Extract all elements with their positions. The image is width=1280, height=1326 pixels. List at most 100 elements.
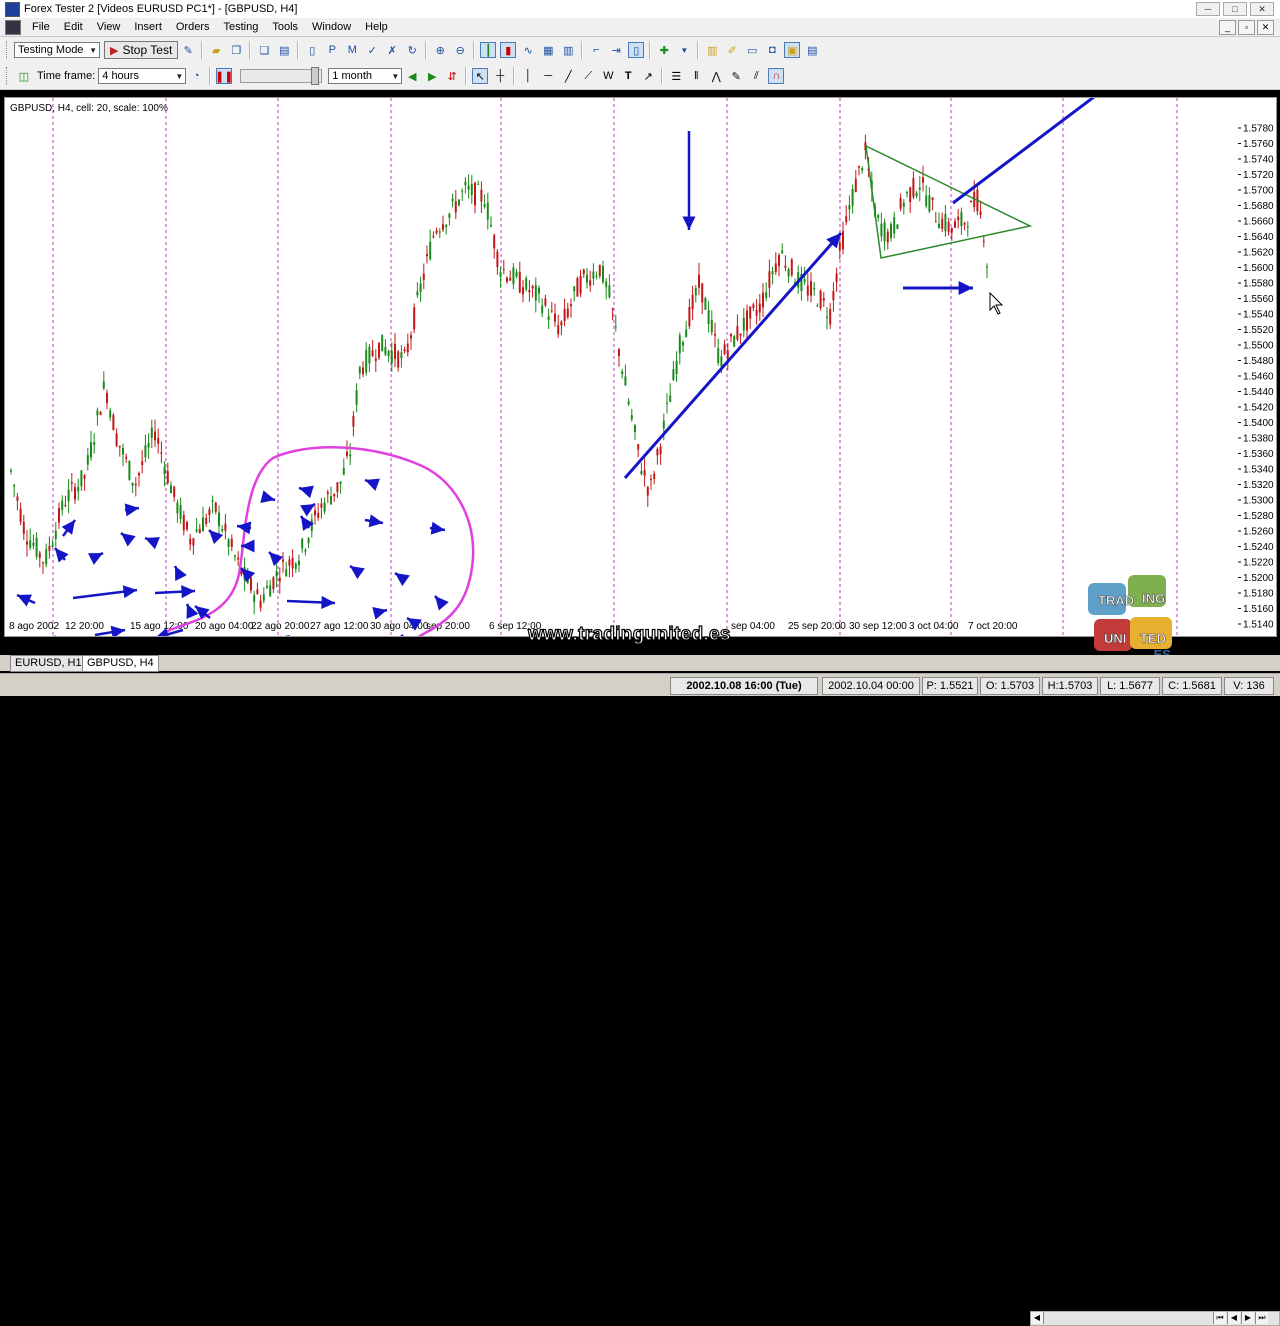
menu-help[interactable]: Help <box>358 21 395 33</box>
crosshair-icon[interactable]: ┼ <box>492 68 508 84</box>
price-chart[interactable]: GBPUSD, H4, cell: 20, scale: 100% 8 ago … <box>5 98 1239 636</box>
arrow-icon[interactable]: ↗ <box>640 68 656 84</box>
notes-icon[interactable]: ▭ <box>744 42 760 58</box>
menu-orders[interactable]: Orders <box>169 21 217 33</box>
tab-eurusd-h1[interactable]: EURUSD, H1 <box>10 655 87 672</box>
candle-body <box>675 360 678 375</box>
horizontal-scrollbar[interactable]: ◀ ⏮ ◀ ▶ ⏭ <box>1030 1311 1280 1326</box>
app-icon <box>5 1 20 17</box>
menu-insert[interactable]: Insert <box>127 21 169 33</box>
pencil-icon[interactable]: ✎ <box>728 68 744 84</box>
delete-icon[interactable]: ✗ <box>384 42 400 58</box>
copy-icon[interactable]: ❐ <box>228 42 244 58</box>
chart-area[interactable]: GBPUSD, H4, cell: 20, scale: 100% 8 ago … <box>4 97 1240 637</box>
period-select[interactable]: 1 month ▼ <box>328 68 403 84</box>
grid-icon[interactable]: ▦ <box>540 42 556 58</box>
candle-body <box>701 283 704 303</box>
refresh-icon[interactable]: ↻ <box>404 42 420 58</box>
candle-body <box>291 557 294 569</box>
mdi-close-button[interactable]: ✕ <box>1257 20 1274 35</box>
candle-body <box>442 224 444 230</box>
menu-view[interactable]: View <box>90 21 128 33</box>
mdi-restore-button[interactable]: ▫ <box>1238 20 1255 35</box>
bar-chart-icon[interactable]: ┃ <box>480 42 497 58</box>
vertical-line-icon[interactable]: │ <box>520 68 536 84</box>
zoom-out-icon[interactable]: ⊖ <box>452 42 468 58</box>
price-axis[interactable]: 1.5780 1.5760 1.5740 1.5720 1.5700 1.5680 1.56… <box>1238 97 1277 637</box>
candle-body <box>342 468 345 475</box>
candle-body <box>883 222 886 242</box>
candle-body <box>899 197 902 209</box>
stop-test-button[interactable]: ▶ Stop Test <box>104 41 179 59</box>
save-icon[interactable]: ▤ <box>276 42 292 58</box>
ray-icon[interactable]: ⟋ <box>580 68 596 84</box>
templates-icon[interactable]: ▥ <box>704 42 720 58</box>
candle-body <box>762 292 764 308</box>
candle-body <box>374 358 377 362</box>
trend-line-icon[interactable]: ╱ <box>560 68 576 84</box>
timeframe-select[interactable]: 4 hours ▼ <box>98 68 187 84</box>
channel-icon[interactable]: ⫽ <box>748 68 764 84</box>
camera-icon[interactable]: ◘ <box>764 42 780 58</box>
period-separator-icon[interactable]: ▯ <box>628 42 645 58</box>
new-document-icon[interactable]: ▯ <box>304 42 320 58</box>
scroll-left-icon[interactable]: ◀ <box>1031 1312 1044 1324</box>
candle-chart-icon[interactable]: ▮ <box>500 42 517 58</box>
chart-window-icon[interactable]: ◫ <box>16 68 32 84</box>
menu-file[interactable]: File <box>25 21 57 33</box>
scroll-next-icon[interactable]: ▶ <box>1241 1312 1254 1324</box>
horizontal-line-icon[interactable]: ─ <box>540 68 556 84</box>
tab-gbpusd-h4[interactable]: GBPUSD, H4 <box>82 655 159 672</box>
chart-shift-icon[interactable]: ⌐ <box>588 42 604 58</box>
person-icon: ▶ <box>110 44 119 57</box>
speed-gauge-icon[interactable]: ◔ <box>188 68 204 84</box>
logo-text-1: TRAD <box>1098 593 1135 609</box>
text-icon[interactable]: T <box>620 68 636 84</box>
logo-text-3: UNI <box>1104 631 1127 647</box>
cursor-icon[interactable]: ↖ <box>472 68 489 84</box>
mode-select[interactable]: Testing Mode ▼ <box>14 42 100 58</box>
line-chart-icon[interactable]: ∿ <box>520 42 536 58</box>
close-window-button[interactable]: ✕ <box>1250 2 1274 16</box>
pause-icon[interactable]: ❚❚ <box>215 68 233 84</box>
fibo-timezones-icon[interactable]: ‖ <box>688 68 704 84</box>
candle-body <box>752 304 755 309</box>
menu-testing[interactable]: Testing <box>217 21 266 33</box>
news-icon[interactable]: ▣ <box>784 42 801 58</box>
jump-icon[interactable]: ⇵ <box>444 68 460 84</box>
minimize-window-button[interactable]: ─ <box>1196 2 1220 16</box>
speed-slider[interactable] <box>240 67 323 85</box>
menu-window[interactable]: Window <box>305 21 358 33</box>
volume-icon[interactable]: ▥ <box>560 42 576 58</box>
autoscroll-icon[interactable]: ⇥ <box>608 42 624 58</box>
table-icon[interactable]: ▤ <box>804 42 820 58</box>
print-preview-icon[interactable]: P <box>324 42 340 58</box>
add-indicator-icon[interactable]: ✚ <box>656 42 672 58</box>
zoom-in-icon[interactable]: ⊕ <box>432 42 448 58</box>
step-back-icon[interactable]: ◀ <box>404 68 420 84</box>
mdi-minimize-button[interactable]: _ <box>1219 20 1236 35</box>
magnet-icon[interactable]: ∩ <box>768 68 785 84</box>
open-folder-icon[interactable]: ▰ <box>208 42 224 58</box>
scroll-last-icon[interactable]: ⏭ <box>1255 1312 1268 1324</box>
paste-icon[interactable]: ❏ <box>256 42 272 58</box>
check-icon[interactable]: ✓ <box>364 42 380 58</box>
slider-thumb[interactable] <box>311 67 320 85</box>
scroll-prev-icon[interactable]: ◀ <box>1227 1312 1240 1324</box>
price-tick-label: 1.5700 <box>1243 186 1274 197</box>
data-icon[interactable]: M <box>344 42 360 58</box>
step-forward-icon[interactable]: ▶ <box>424 68 440 84</box>
maximize-window-button[interactable]: □ <box>1223 2 1247 16</box>
candle-body <box>166 471 169 483</box>
wave-icon[interactable]: W <box>600 68 616 84</box>
dropdown-arrow-icon[interactable]: ▼ <box>676 42 692 58</box>
menu-tools[interactable]: Tools <box>265 21 305 33</box>
fibo-fan-icon[interactable]: ⋀ <box>708 68 724 84</box>
brush-icon[interactable]: ✐ <box>724 42 740 58</box>
fibonacci-icon[interactable]: ☰ <box>668 68 684 84</box>
scroll-first-icon[interactable]: ⏮ <box>1213 1312 1226 1324</box>
strategy-icon[interactable]: ✎ <box>180 42 196 58</box>
mdi-child-icon[interactable] <box>5 19 21 35</box>
menu-edit[interactable]: Edit <box>57 21 90 33</box>
candle-body <box>560 321 563 326</box>
